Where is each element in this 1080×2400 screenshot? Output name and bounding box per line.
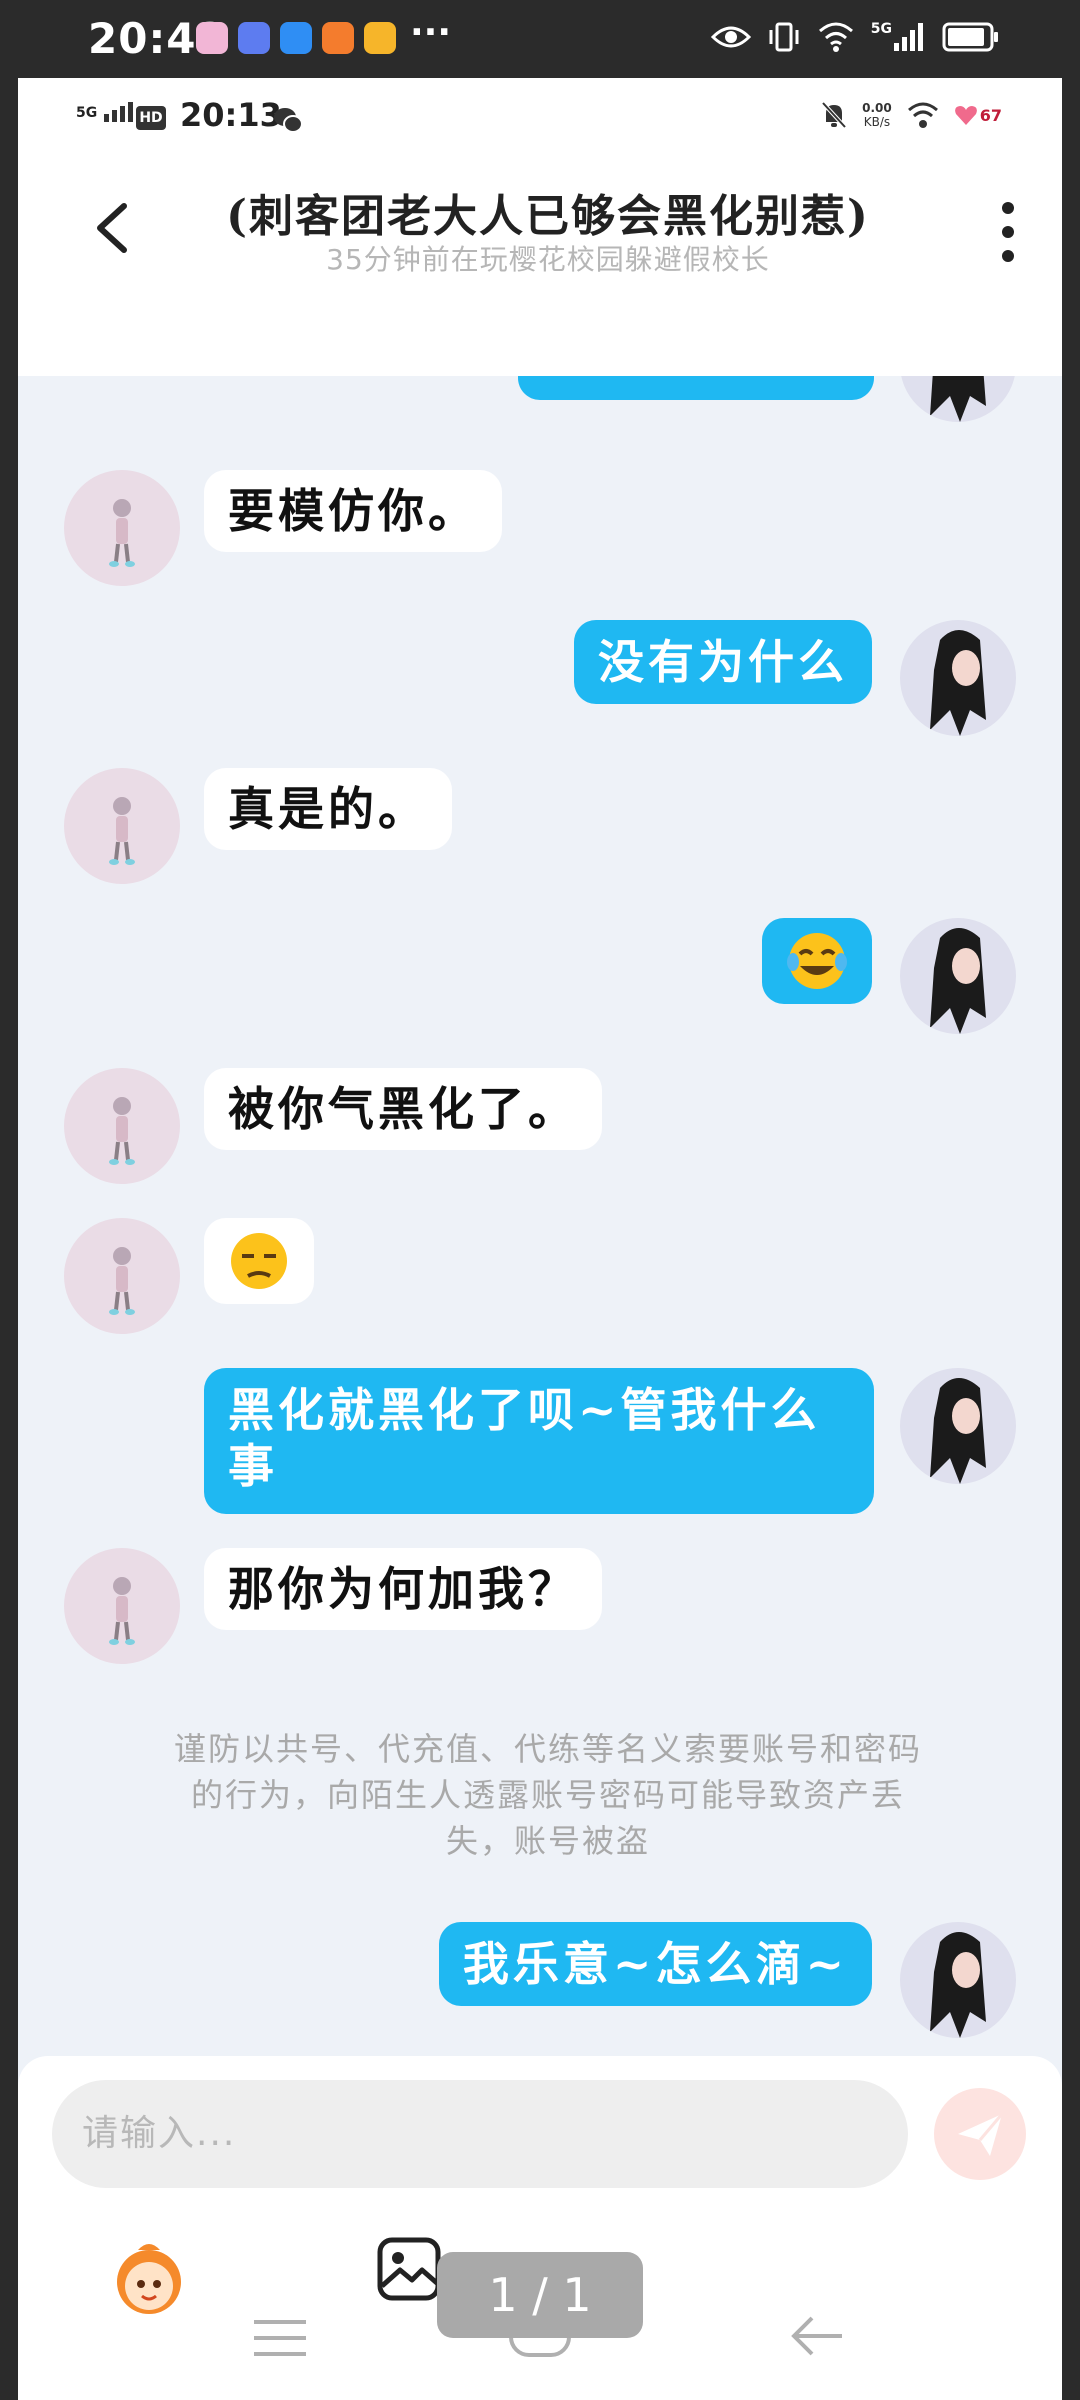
inner-wifi-icon: [907, 102, 938, 128]
contact-avatar[interactable]: [64, 768, 180, 884]
message-bubble[interactable]: 我乐意~怎么滴~: [438, 1922, 872, 2006]
message-bubble[interactable]: 被你气黑化了。: [204, 1068, 602, 1150]
send-button[interactable]: [934, 2088, 1026, 2180]
network-speed: 0.00 KB/s: [862, 101, 892, 129]
mascot-sticker-icon[interactable]: [108, 2236, 190, 2318]
emoji-message-bubble[interactable]: [204, 1218, 314, 1304]
message-line: 黑化就黑化了呗~管我什么: [228, 1383, 821, 1437]
notes-app-icon: [364, 22, 396, 54]
notification-app-icons: [196, 22, 396, 54]
eye-icon: [710, 26, 751, 48]
message-bubble-partial[interactable]: [518, 376, 874, 400]
outer-status-bar: 20:43 ··· 5G: [0, 0, 1080, 78]
chat-app-screen: 5G HD 20:13 0.00 KB/s 67 (刺客团老大人已够会黑化别惹)…: [18, 78, 1062, 2400]
my-avatar[interactable]: [900, 1922, 1016, 2038]
my-avatar[interactable]: [900, 1368, 1016, 1484]
chat-header: (刺客团老大人已够会黑化别惹) 35分钟前在玩樱花校园躲避假校长: [18, 158, 1062, 376]
my-avatar[interactable]: [900, 620, 1016, 736]
wechat-icon: [274, 108, 303, 133]
gallery-app-icon: [196, 22, 228, 54]
inner-status-icons: 0.00 KB/s 67: [820, 100, 1002, 130]
hd-badge: HD: [136, 106, 166, 130]
message-bubble[interactable]: 那你为何加我？: [204, 1548, 602, 1630]
my-avatar[interactable]: [900, 376, 1016, 422]
outer-status-icons: 5G: [710, 20, 1000, 54]
recent-apps-icon[interactable]: [252, 2318, 308, 2358]
heart-counter: 67: [954, 104, 1002, 126]
paper-plane-icon: [958, 2113, 1004, 2156]
battery-icon: [942, 22, 998, 52]
contact-avatar[interactable]: [64, 1548, 180, 1664]
heart-icon: [954, 106, 977, 125]
vibrate-icon: [769, 22, 799, 52]
inner-clock: 20:13: [180, 96, 282, 134]
music-app-icon: [238, 22, 270, 54]
wifi-icon: [818, 22, 853, 52]
nav-back-icon[interactable]: [788, 2314, 844, 2358]
my-avatar[interactable]: [900, 918, 1016, 1034]
signal-strength-icon: [894, 23, 923, 51]
contact-avatar[interactable]: [64, 1218, 180, 1334]
face-with-tears-of-joy-icon: [787, 933, 847, 989]
message-bubble[interactable]: 真是的。: [204, 768, 452, 850]
emoji-message-bubble[interactable]: [762, 918, 872, 1004]
contact-avatar[interactable]: [64, 470, 180, 586]
image-picker-icon[interactable]: [376, 2236, 442, 2302]
message-input[interactable]: 请输入...: [52, 2080, 908, 2188]
message-bubble[interactable]: 没有为什么: [574, 620, 872, 704]
message-line: 事: [228, 1439, 278, 1493]
browser-app-icon: [280, 22, 312, 54]
page-indicator: 1 / 1: [437, 2252, 643, 2338]
video-app-icon: [322, 22, 354, 54]
chat-status-subtitle: 35分钟前在玩樱花校园躲避假校长: [326, 243, 770, 276]
network-type-label: 5G: [870, 21, 892, 37]
back-arrow-icon[interactable]: [88, 198, 138, 258]
unamused-face-icon: [231, 1233, 287, 1289]
message-list: 要模仿你。 没有为什么 真是的。 被你气黑化了。 黑化就黑化了呗~管我什么 事 …: [18, 376, 1062, 2056]
more-notifications-icon: ···: [410, 12, 452, 53]
contact-avatar[interactable]: [64, 1068, 180, 1184]
inner-status-bar: 5G HD 20:13 0.00 KB/s 67: [18, 78, 1062, 158]
mute-bell-icon: [821, 101, 847, 129]
safety-notice: 谨防以共号、代充值、代练等名义索要账号和密码 的行为，向陌生人透露账号密码可能导…: [173, 1730, 922, 1860]
more-menu-icon[interactable]: [998, 202, 1018, 262]
inner-network-label: 5G: [76, 105, 98, 121]
message-bubble[interactable]: 黑化就黑化了呗~管我什么 事: [204, 1368, 874, 1514]
message-bubble[interactable]: 要模仿你。: [204, 470, 502, 552]
chat-title: (刺客团老大人已够会黑化别惹): [226, 191, 870, 242]
inner-signal-icon: 5G: [76, 100, 138, 122]
